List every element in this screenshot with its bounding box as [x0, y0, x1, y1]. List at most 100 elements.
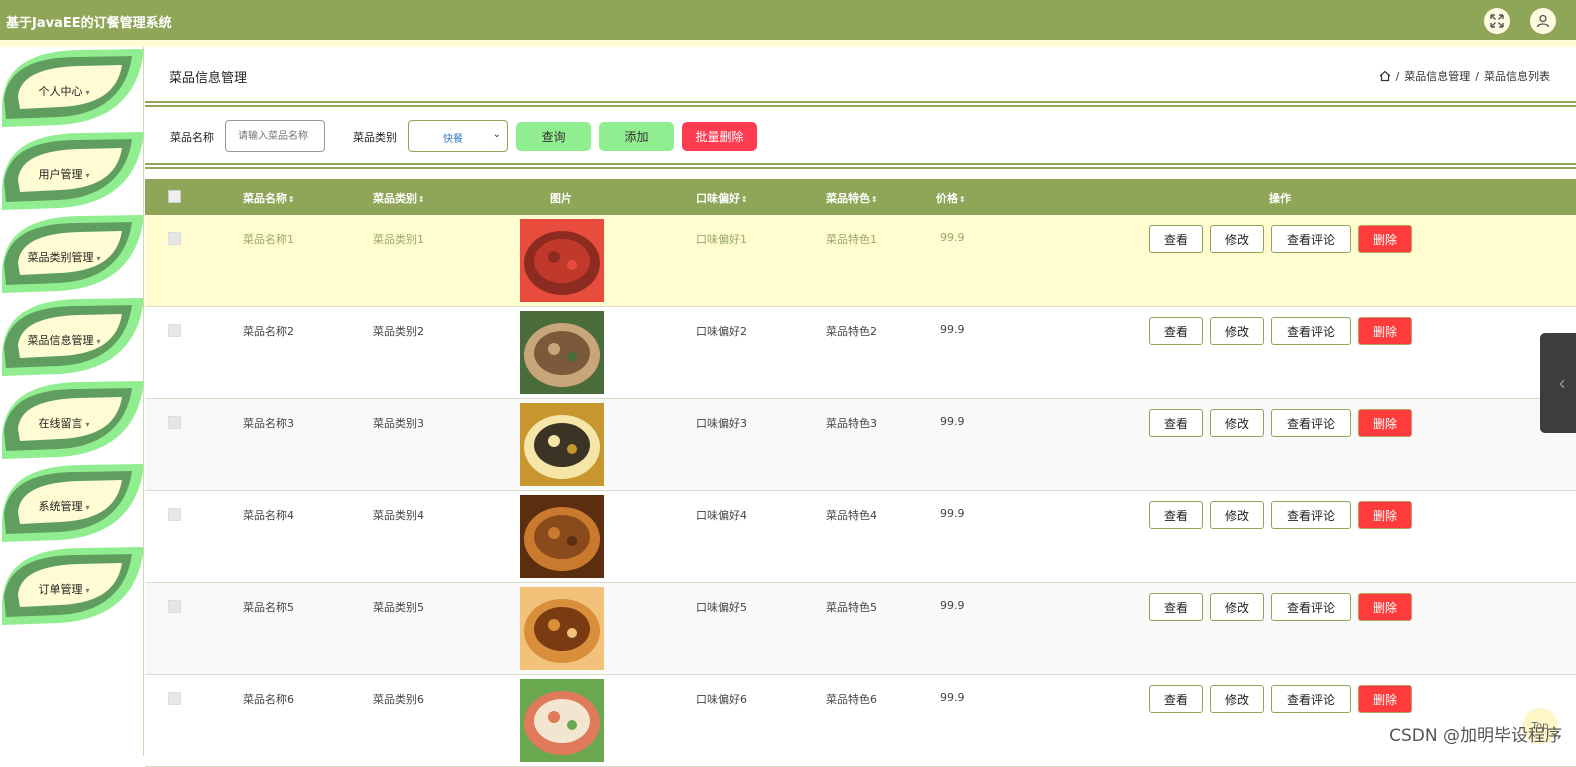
- chevron-down-icon: ⌄: [493, 129, 501, 140]
- view-button[interactable]: 查看: [1149, 317, 1203, 345]
- divider: [145, 101, 1576, 107]
- select-all-checkbox[interactable]: [168, 190, 181, 203]
- dish-category-cell: 菜品类别3: [373, 415, 424, 431]
- sidebar-item-label: 菜品信息管理: [27, 334, 93, 347]
- price-cell: 99.9: [940, 691, 965, 704]
- edit-button[interactable]: 修改: [1210, 501, 1264, 529]
- row-checkbox[interactable]: [168, 600, 181, 613]
- taste-cell: 口味偏好2: [696, 323, 747, 339]
- view-comments-button[interactable]: 查看评论: [1271, 593, 1351, 621]
- table-row[interactable]: 菜品名称5菜品类别5口味偏好5菜品特色599.9查看修改查看评论删除: [145, 583, 1576, 675]
- app-title: 基于JavaEE的订餐管理系统: [6, 12, 172, 31]
- column-header-price[interactable]: 价格⇕: [936, 190, 966, 206]
- price-cell: 99.9: [940, 599, 965, 612]
- caret-down-icon: ▾: [85, 171, 89, 180]
- dish-image[interactable]: [520, 587, 604, 670]
- row-checkbox[interactable]: [168, 416, 181, 429]
- sidebar-item-messages[interactable]: 在线留言▾: [0, 379, 144, 461]
- delete-button[interactable]: 删除: [1358, 685, 1412, 713]
- taste-cell: 口味偏好6: [696, 691, 747, 707]
- row-checkbox[interactable]: [168, 232, 181, 245]
- column-header-actions: 操作: [1269, 190, 1291, 206]
- feature-cell: 菜品特色4: [826, 507, 877, 523]
- view-comments-button[interactable]: 查看评论: [1271, 225, 1351, 253]
- row-checkbox[interactable]: [168, 692, 181, 705]
- sidebar-item-label: 订单管理: [38, 583, 82, 596]
- view-comments-button[interactable]: 查看评论: [1271, 685, 1351, 713]
- sidebar-divider: [143, 47, 144, 756]
- search-button[interactable]: 查询: [516, 122, 591, 151]
- table-row[interactable]: 菜品名称3菜品类别3口味偏好3菜品特色399.9查看修改查看评论删除: [145, 399, 1576, 491]
- view-comments-button[interactable]: 查看评论: [1271, 409, 1351, 437]
- dish-name-cell: 菜品名称4: [243, 507, 294, 523]
- dish-image[interactable]: [520, 311, 604, 394]
- row-checkbox[interactable]: [168, 508, 181, 521]
- sidebar-item-dish-info[interactable]: 菜品信息管理▾: [0, 296, 144, 378]
- category-select[interactable]: 快餐 ⌄: [408, 120, 508, 152]
- caret-down-icon: ▾: [85, 88, 89, 97]
- column-header-taste[interactable]: 口味偏好⇕: [696, 190, 748, 206]
- page-title: 菜品信息管理: [169, 67, 247, 86]
- user-icon[interactable]: [1530, 8, 1556, 34]
- table-row[interactable]: 菜品名称2菜品类别2口味偏好2菜品特色299.9查看修改查看评论删除: [145, 307, 1576, 399]
- sort-icon: ⇕: [871, 195, 878, 204]
- dish-name-cell: 菜品名称3: [243, 415, 294, 431]
- caret-down-icon: ▾: [96, 337, 100, 346]
- view-button[interactable]: 查看: [1149, 501, 1203, 529]
- column-header-feature[interactable]: 菜品特色⇕: [826, 190, 878, 206]
- delete-button[interactable]: 删除: [1358, 317, 1412, 345]
- fullscreen-icon[interactable]: [1484, 8, 1510, 34]
- breadcrumb-item: 菜品信息列表: [1484, 68, 1550, 84]
- view-comments-button[interactable]: 查看评论: [1271, 317, 1351, 345]
- delete-button[interactable]: 删除: [1358, 409, 1412, 437]
- sort-icon: ⇕: [418, 195, 425, 204]
- dish-image[interactable]: [520, 403, 604, 486]
- sidebar-item-label: 用户管理: [38, 168, 82, 181]
- caret-down-icon: ▾: [85, 586, 89, 595]
- sort-icon: ⇕: [741, 195, 748, 204]
- delete-button[interactable]: 删除: [1358, 225, 1412, 253]
- dish-image[interactable]: [520, 679, 604, 762]
- delete-button[interactable]: 删除: [1358, 593, 1412, 621]
- sidebar-item-dish-category[interactable]: 菜品类别管理▾: [0, 213, 144, 295]
- name-search-input[interactable]: [225, 120, 325, 152]
- view-button[interactable]: 查看: [1149, 593, 1203, 621]
- feature-cell: 菜品特色3: [826, 415, 877, 431]
- edit-button[interactable]: 修改: [1210, 317, 1264, 345]
- view-button[interactable]: 查看: [1149, 225, 1203, 253]
- column-header-image: 图片: [550, 190, 572, 206]
- sidebar: 个人中心▾用户管理▾菜品类别管理▾菜品信息管理▾在线留言▾系统管理▾订单管理▾: [0, 47, 144, 756]
- sidebar-item-profile[interactable]: 个人中心▾: [0, 47, 144, 129]
- table-row[interactable]: 菜品名称1菜品类别1口味偏好1菜品特色199.9查看修改查看评论删除: [145, 215, 1576, 307]
- side-drawer-tab[interactable]: ‹: [1540, 333, 1576, 433]
- sidebar-item-label: 个人中心: [38, 85, 82, 98]
- edit-button[interactable]: 修改: [1210, 685, 1264, 713]
- feature-cell: 菜品特色2: [826, 323, 877, 339]
- view-button[interactable]: 查看: [1149, 409, 1203, 437]
- category-filter-label: 菜品类别: [353, 129, 397, 145]
- column-header-category[interactable]: 菜品类别⇕: [373, 190, 425, 206]
- sidebar-item-users[interactable]: 用户管理▾: [0, 130, 144, 212]
- row-checkbox[interactable]: [168, 324, 181, 337]
- edit-button[interactable]: 修改: [1210, 593, 1264, 621]
- batch-delete-button[interactable]: 批量删除: [682, 122, 757, 151]
- table-row[interactable]: 菜品名称6菜品类别6口味偏好6菜品特色699.9查看修改查看评论删除: [145, 675, 1576, 767]
- column-header-name[interactable]: 菜品名称⇕: [243, 190, 295, 206]
- edit-button[interactable]: 修改: [1210, 409, 1264, 437]
- edit-button[interactable]: 修改: [1210, 225, 1264, 253]
- category-select-value: 快餐: [443, 130, 463, 145]
- dish-image[interactable]: [520, 219, 604, 302]
- add-button[interactable]: 添加: [599, 122, 674, 151]
- dish-image[interactable]: [520, 495, 604, 578]
- view-button[interactable]: 查看: [1149, 685, 1203, 713]
- sidebar-item-system[interactable]: 系统管理▾: [0, 462, 144, 544]
- page-header: 菜品信息管理 / 菜品信息管理 / 菜品信息列表: [145, 47, 1576, 103]
- breadcrumb-item[interactable]: 菜品信息管理: [1404, 68, 1470, 84]
- view-comments-button[interactable]: 查看评论: [1271, 501, 1351, 529]
- divider: [145, 163, 1576, 169]
- sidebar-item-orders[interactable]: 订单管理▾: [0, 545, 144, 627]
- table-row[interactable]: 菜品名称4菜品类别4口味偏好4菜品特色499.9查看修改查看评论删除: [145, 491, 1576, 583]
- delete-button[interactable]: 删除: [1358, 501, 1412, 529]
- home-icon[interactable]: [1379, 70, 1391, 82]
- price-cell: 99.9: [940, 231, 965, 244]
